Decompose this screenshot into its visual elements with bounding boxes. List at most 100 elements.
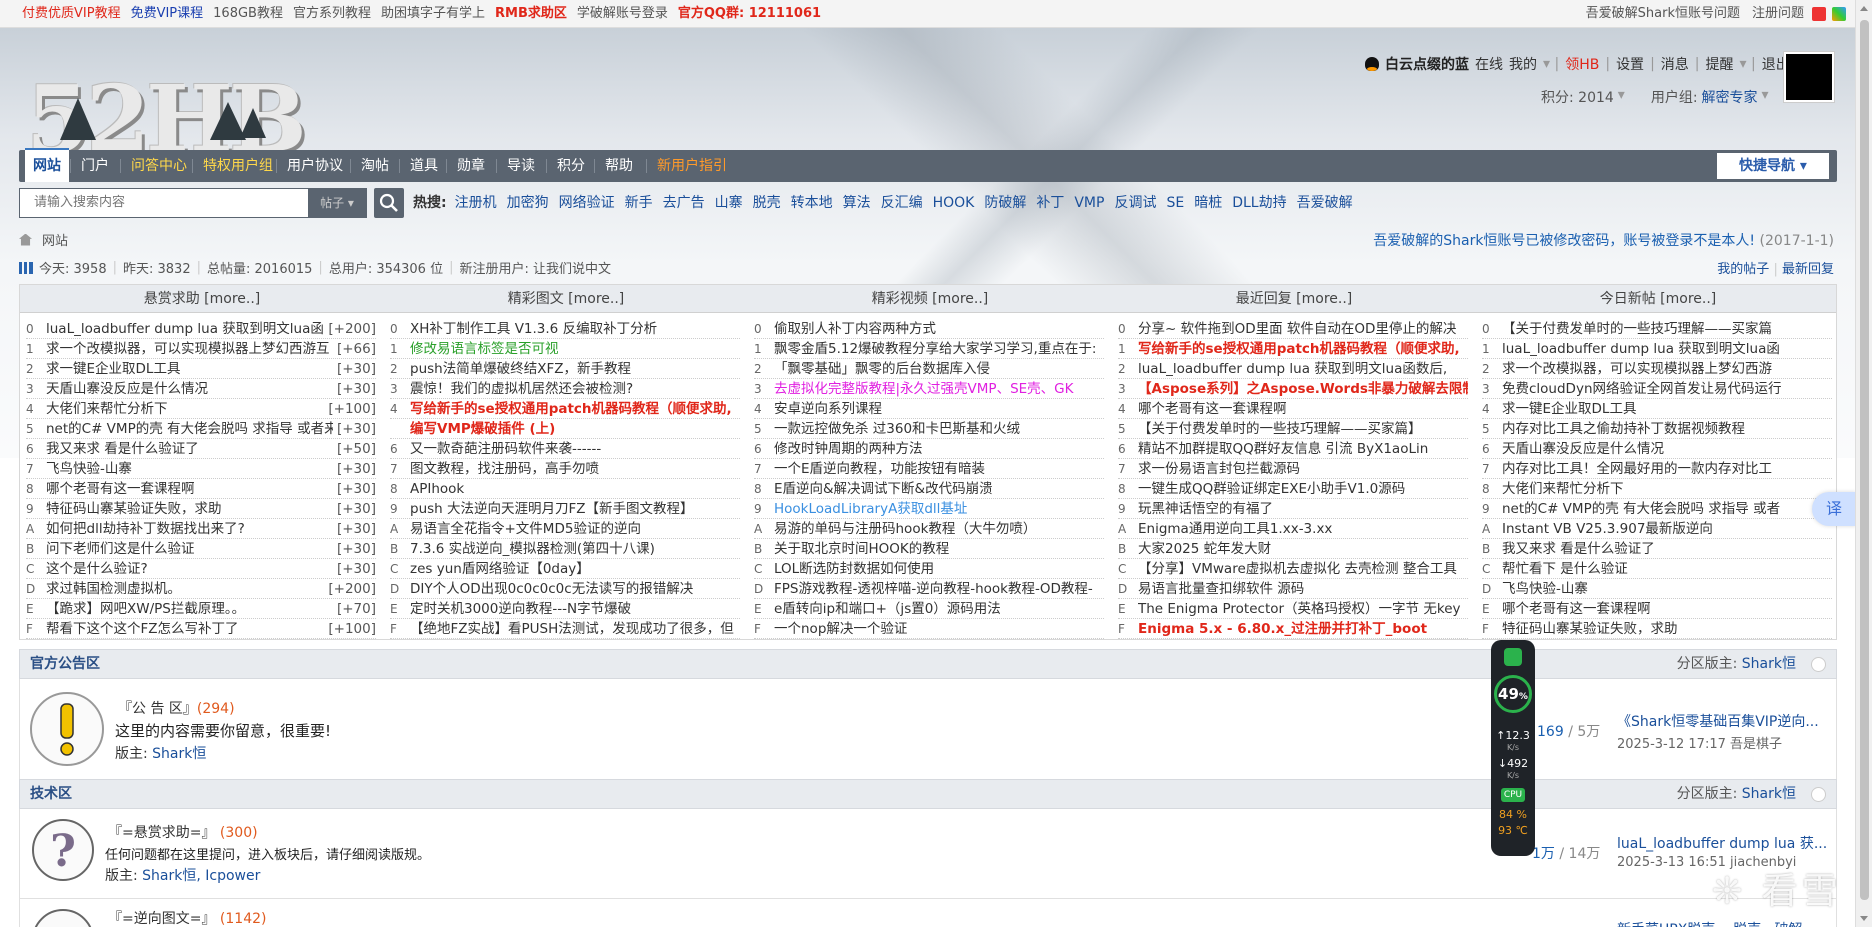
thread-list-item[interactable]: C 【分享】VMware虚拟机去虚拟化 去壳检测 整合工具: [1118, 559, 1468, 579]
thread-title[interactable]: 定时关机3000逆向教程---N字节爆破: [410, 599, 740, 618]
forum-last-post-title[interactable]: 新手菜UPX脱壳... 脱壳 · 破解: [1617, 919, 1802, 927]
hot-search-word[interactable]: 吾爱破解: [1297, 192, 1353, 214]
thread-title[interactable]: 精站不加群提取QQ群好友信息 引流 ByX1aoLin: [1138, 439, 1468, 458]
thread-column-title[interactable]: 悬赏求助 [more..]: [20, 285, 384, 313]
thread-list-item[interactable]: D 易语言批量查扣绑软件 源码: [1118, 579, 1468, 599]
thread-list-item[interactable]: 1 写给新手的se授权通用patch机器码教程（顺便求助,: [1118, 339, 1468, 359]
thread-title[interactable]: 【关于付费发单时的一些技巧理解——买家篇】: [1138, 419, 1468, 438]
thread-title[interactable]: LOL断选防封数据如何使用: [774, 559, 1104, 578]
thread-list-item[interactable]: C 这个是什么验证? [+30]: [26, 559, 376, 579]
thread-list-item[interactable]: 0 luaL_loadbuffer dump lua 获取到明文lua函 [+200…: [26, 319, 376, 339]
thread-title[interactable]: 飞鸟快验-山寨: [1502, 579, 1832, 598]
thread-list-item[interactable]: 9 push 大法逆向天涯明月刀FZ【新手图文教程】: [390, 499, 740, 519]
thread-list-item[interactable]: F 特征码山寨某验证失败，求助: [1482, 619, 1832, 639]
top-link[interactable]: 官方QQ群: 12111061: [678, 0, 821, 27]
thread-title[interactable]: 求一键E企业取DL工具: [46, 359, 333, 378]
thread-list-item[interactable]: 2 「飘零基础」飘零的后台数据库入侵: [754, 359, 1104, 379]
thread-title[interactable]: 求一个改模拟器，可以实现模拟器上梦幻西游: [1502, 359, 1832, 378]
thread-column-title[interactable]: 精彩图文 [more..]: [384, 285, 748, 313]
thread-title[interactable]: APIhook: [410, 479, 740, 498]
thread-title[interactable]: luaL_loadbuffer dump lua 获取到明文lua函数后,: [1138, 359, 1468, 378]
thread-list-item[interactable]: 7 内存对比工具！全网最好用的一款内存对比工: [1482, 459, 1832, 479]
thread-list-item[interactable]: 3 天盾山寨没反应是什么情况 [+30]: [26, 379, 376, 399]
stat-newest-user[interactable]: 新注册用户: 让我们说中文: [459, 258, 611, 277]
thread-list-item[interactable]: 8 一键生成QQ群验证绑定EXE小助手V1.0源码: [1118, 479, 1468, 499]
thread-title[interactable]: net的C# VMP的壳 有大佬会脱吗 求指导 或者: [1502, 499, 1832, 518]
top-link[interactable]: 助困填字子有学上: [381, 0, 485, 27]
thread-title[interactable]: 易语言全花指令+文件MD5验证的逆向: [410, 519, 740, 538]
thread-list-item[interactable]: 5 net的C# VMP的壳 有大佬会脱吗 求指导 或者来 [+30]: [26, 419, 376, 439]
latest-replies-link[interactable]: 最新回复: [1782, 262, 1834, 277]
thread-list-item[interactable]: 1 luaL_loadbuffer dump lua 获取到明文lua函: [1482, 339, 1832, 359]
search-button[interactable]: [374, 188, 404, 218]
thread-list-item[interactable]: 编写VMP爆破插件 (上): [390, 419, 740, 439]
thread-title[interactable]: 修改易语言标签是否可视: [410, 339, 740, 358]
user-menu-my[interactable]: 我的: [1509, 54, 1537, 74]
thread-list-item[interactable]: D 求过韩国检测虚拟机。 [+200]: [26, 579, 376, 599]
top-link[interactable]: 付费优质VIP教程: [22, 0, 121, 27]
thread-list-item[interactable]: 9 HookLoadLibraryA获取dll基址: [754, 499, 1104, 519]
hot-search-word[interactable]: VMP: [1074, 192, 1104, 214]
nav-item[interactable]: 用户协议: [279, 150, 351, 182]
nav-item[interactable]: 门户: [73, 150, 117, 182]
section-moderator-name[interactable]: Shark恒: [1742, 786, 1796, 802]
thread-list-item[interactable]: 3 【Aspose系列】之Aspose.Words非暴力破解去限制: [1118, 379, 1468, 399]
thread-list-item[interactable]: B 问下老师们这是什么验证 [+30]: [26, 539, 376, 559]
hot-search-word[interactable]: 暗桩: [1194, 192, 1222, 214]
red-badge-icon[interactable]: [1812, 6, 1826, 21]
thread-list-item[interactable]: 3 去虚拟化完整版教程|永久过强壳VMP、SE壳、GK: [754, 379, 1104, 399]
thread-title[interactable]: luaL_loadbuffer dump lua 获取到明文lua函: [46, 319, 324, 338]
thread-list-item[interactable]: 7 求一份易语言封包拦截源码: [1118, 459, 1468, 479]
top-link[interactable]: 官方系列教程: [293, 0, 371, 27]
thread-title[interactable]: Enigma 5.x - 6.80.x_过注册并打补丁_boot: [1138, 619, 1468, 638]
thread-title[interactable]: 7.3.6 实战逆向_模拟器检测(第四十八课): [410, 539, 740, 558]
thread-list-item[interactable]: 5 【关于付费发单时的一些技巧理解——买家篇】: [1118, 419, 1468, 439]
thread-title[interactable]: 一款远控做免杀 过360和卡巴斯基和火绒: [774, 419, 1104, 438]
thread-title[interactable]: 一个E盾逆向教程，功能按钮有暗装: [774, 459, 1104, 478]
user-menu-reminders[interactable]: 提醒: [1706, 54, 1734, 74]
thread-title[interactable]: 大家2025 蛇年发大财: [1138, 539, 1468, 558]
hot-search-word[interactable]: DLL劫持: [1232, 192, 1286, 214]
top-link[interactable]: RMB求助区: [495, 0, 567, 27]
thread-title[interactable]: 内存对比工具！全网最好用的一款内存对比工: [1502, 459, 1832, 478]
nav-item[interactable]: 积分: [549, 150, 593, 182]
thread-title[interactable]: 又一款奇葩注册码软件来袭------: [410, 439, 740, 458]
thread-title[interactable]: 玩黑神话悟空的有福了: [1138, 499, 1468, 518]
forum-last-post-title[interactable]: 《Shark恒零基础百集VIP逆向...: [1617, 711, 1819, 731]
nav-item[interactable]: 特权用户组: [195, 150, 281, 182]
thread-list-item[interactable]: F 帮看下这个这个FZ怎么写补丁了 [+100]: [26, 619, 376, 639]
quick-nav-button[interactable]: 快捷导航 ▾: [1717, 153, 1829, 179]
thread-title[interactable]: 关于取北京时间HOOK的教程: [774, 539, 1104, 558]
thread-list-item[interactable]: 6 精站不加群提取QQ群好友信息 引流 ByX1aoLin: [1118, 439, 1468, 459]
top-link-register-issue[interactable]: 注册问题: [1752, 0, 1804, 27]
thread-list-item[interactable]: D DIY个人OD出现0c0c0c0c无法读写的报错解决: [390, 579, 740, 599]
thread-list-item[interactable]: 7 一个E盾逆向教程，功能按钮有暗装: [754, 459, 1104, 479]
hot-search-word[interactable]: 转本地: [791, 192, 833, 214]
breadcrumb-current[interactable]: 网站: [42, 230, 68, 249]
thread-title[interactable]: 【跪求】网吧XW/PS拦截原理。。: [46, 599, 333, 618]
nav-item[interactable]: 问答中心: [123, 150, 195, 182]
thread-title[interactable]: 分享~ 软件拖到OD里面 软件自动在OD里停止的解决: [1138, 319, 1468, 338]
thread-list-item[interactable]: 2 求一键E企业取DL工具 [+30]: [26, 359, 376, 379]
nav-item[interactable]: 导读: [499, 150, 543, 182]
page-scrollbar[interactable]: [1855, 0, 1872, 927]
thread-list-item[interactable]: Czes yun盾网络验证【0day】: [390, 559, 740, 579]
thread-title[interactable]: 我又来求 看是什么验证了: [46, 439, 333, 458]
thread-title[interactable]: zes yun盾网络验证【0day】: [410, 559, 740, 578]
thread-list-item[interactable]: 2 push法简单爆破终结XFZ，新手教程: [390, 359, 740, 379]
nav-item[interactable]: 道具: [402, 150, 446, 182]
section-title[interactable]: 技术区: [30, 780, 72, 808]
collapse-icon[interactable]: [1811, 787, 1826, 802]
scrollbar-thumb[interactable]: [1860, 20, 1869, 900]
thread-title[interactable]: 「飘零基础」飘零的后台数据库入侵: [774, 359, 1104, 378]
nav-item[interactable]: 淘帖: [353, 150, 397, 182]
thread-list-item[interactable]: 8 E盾逆向&解决调试下断&改代码崩溃: [754, 479, 1104, 499]
hot-search-word[interactable]: 去广告: [663, 192, 705, 214]
thread-title[interactable]: Enigma通用逆向工具1.xx-3.xx: [1138, 519, 1468, 538]
thread-title[interactable]: 写给新手的se授权通用patch机器码教程（顺便求助,: [1138, 339, 1468, 358]
thread-list-item[interactable]: 6 天盾山寨没反应是什么情况: [1482, 439, 1832, 459]
thread-title[interactable]: e盾转向ip和端口+（js置0）源码用法: [774, 599, 1104, 618]
thread-title[interactable]: 去虚拟化完整版教程|永久过强壳VMP、SE壳、GK: [774, 379, 1104, 398]
thread-title[interactable]: 编写VMP爆破插件 (上): [410, 419, 740, 438]
thread-title[interactable]: 图文教程，找注册码，高手勿喷: [410, 459, 740, 478]
